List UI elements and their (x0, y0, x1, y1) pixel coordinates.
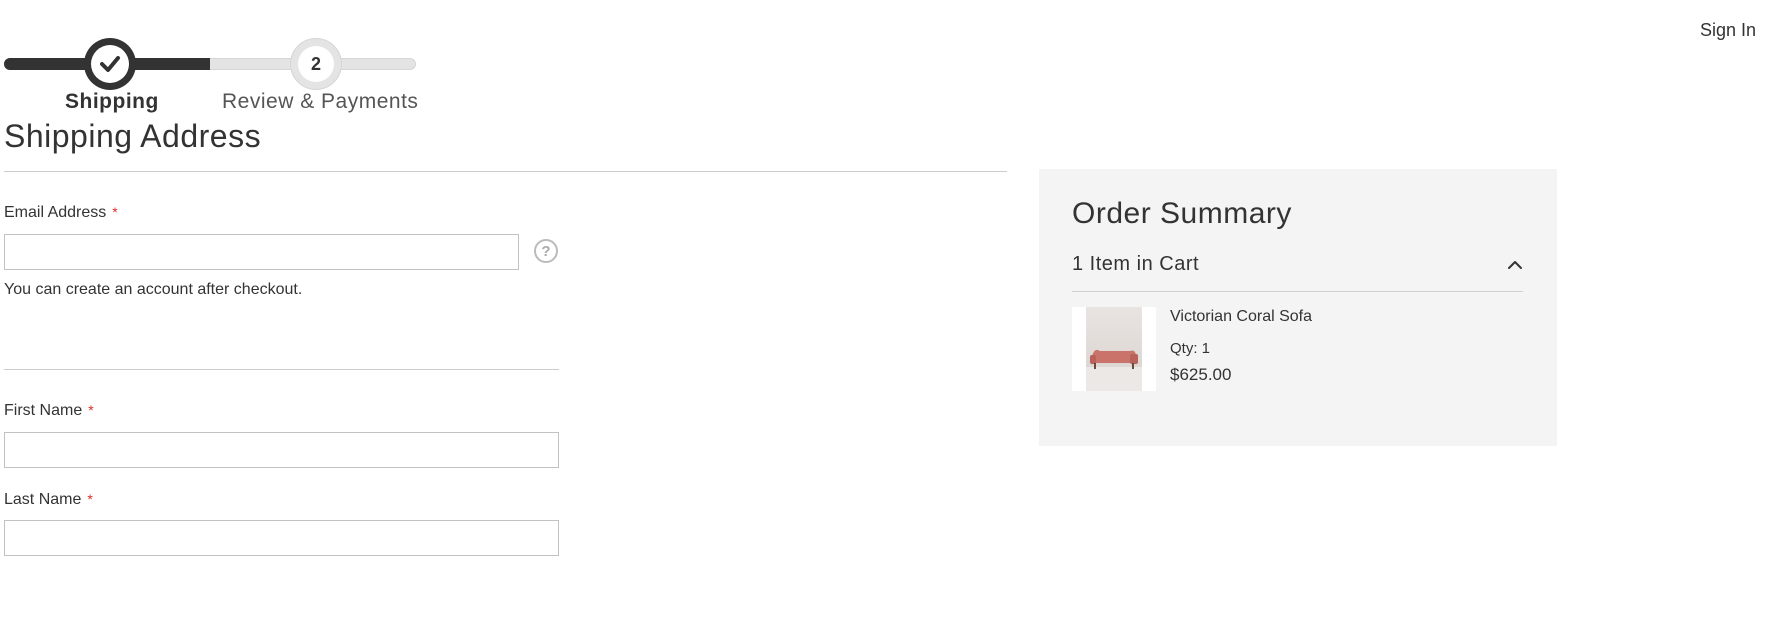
last-name-label: Last Name * (4, 491, 93, 509)
last-name-field[interactable] (4, 520, 559, 556)
cart-items-toggle[interactable]: 1 Item in Cart (1072, 253, 1523, 291)
email-note: You can create an account after checkout… (4, 281, 303, 298)
cart-divider (1072, 291, 1523, 292)
last-name-label-text: Last Name (4, 491, 82, 508)
product-name: Victorian Coral Sofa (1170, 308, 1312, 325)
cart-count: 1 Item in Cart (1072, 253, 1200, 275)
email-field[interactable] (4, 234, 519, 270)
order-summary-title: Order Summary (1072, 197, 1292, 230)
required-mark: * (87, 491, 93, 507)
sign-in-link[interactable]: Sign In (1700, 20, 1756, 41)
product-qty: Qty: 1 (1170, 340, 1211, 357)
step-review-number: 2 (298, 46, 334, 82)
question-circle-icon[interactable]: ? (534, 239, 558, 263)
step-shipping-inner (91, 45, 129, 83)
title-divider (4, 171, 1007, 172)
step-shipping-circle[interactable] (84, 38, 136, 90)
first-name-label-text: First Name (4, 402, 83, 419)
required-mark: * (88, 402, 94, 418)
step-review-label: Review & Payments (222, 90, 419, 113)
first-name-field[interactable] (4, 432, 559, 468)
order-summary: Order Summary 1 Item in Cart Victorian C… (1039, 169, 1557, 446)
form-divider (4, 369, 559, 370)
chevron-up-icon (1508, 261, 1522, 269)
first-name-label: First Name * (4, 402, 94, 420)
step-review-circle: 2 (290, 38, 342, 90)
step-shipping-label[interactable]: Shipping (65, 90, 159, 114)
product-price: $625.00 (1170, 365, 1232, 384)
email-label: Email Address * (4, 204, 118, 222)
checkout-page: 2 Shipping Review & Payments Sign In Shi… (0, 0, 1768, 643)
email-label-text: Email Address (4, 204, 107, 221)
page-title: Shipping Address (4, 118, 262, 154)
required-mark: * (112, 204, 118, 220)
product-thumbnail[interactable] (1072, 307, 1156, 391)
checkmark-icon (100, 56, 120, 72)
sofa-image (1086, 307, 1142, 391)
checkout-progress: 2 Shipping Review & Payments (4, 18, 420, 113)
